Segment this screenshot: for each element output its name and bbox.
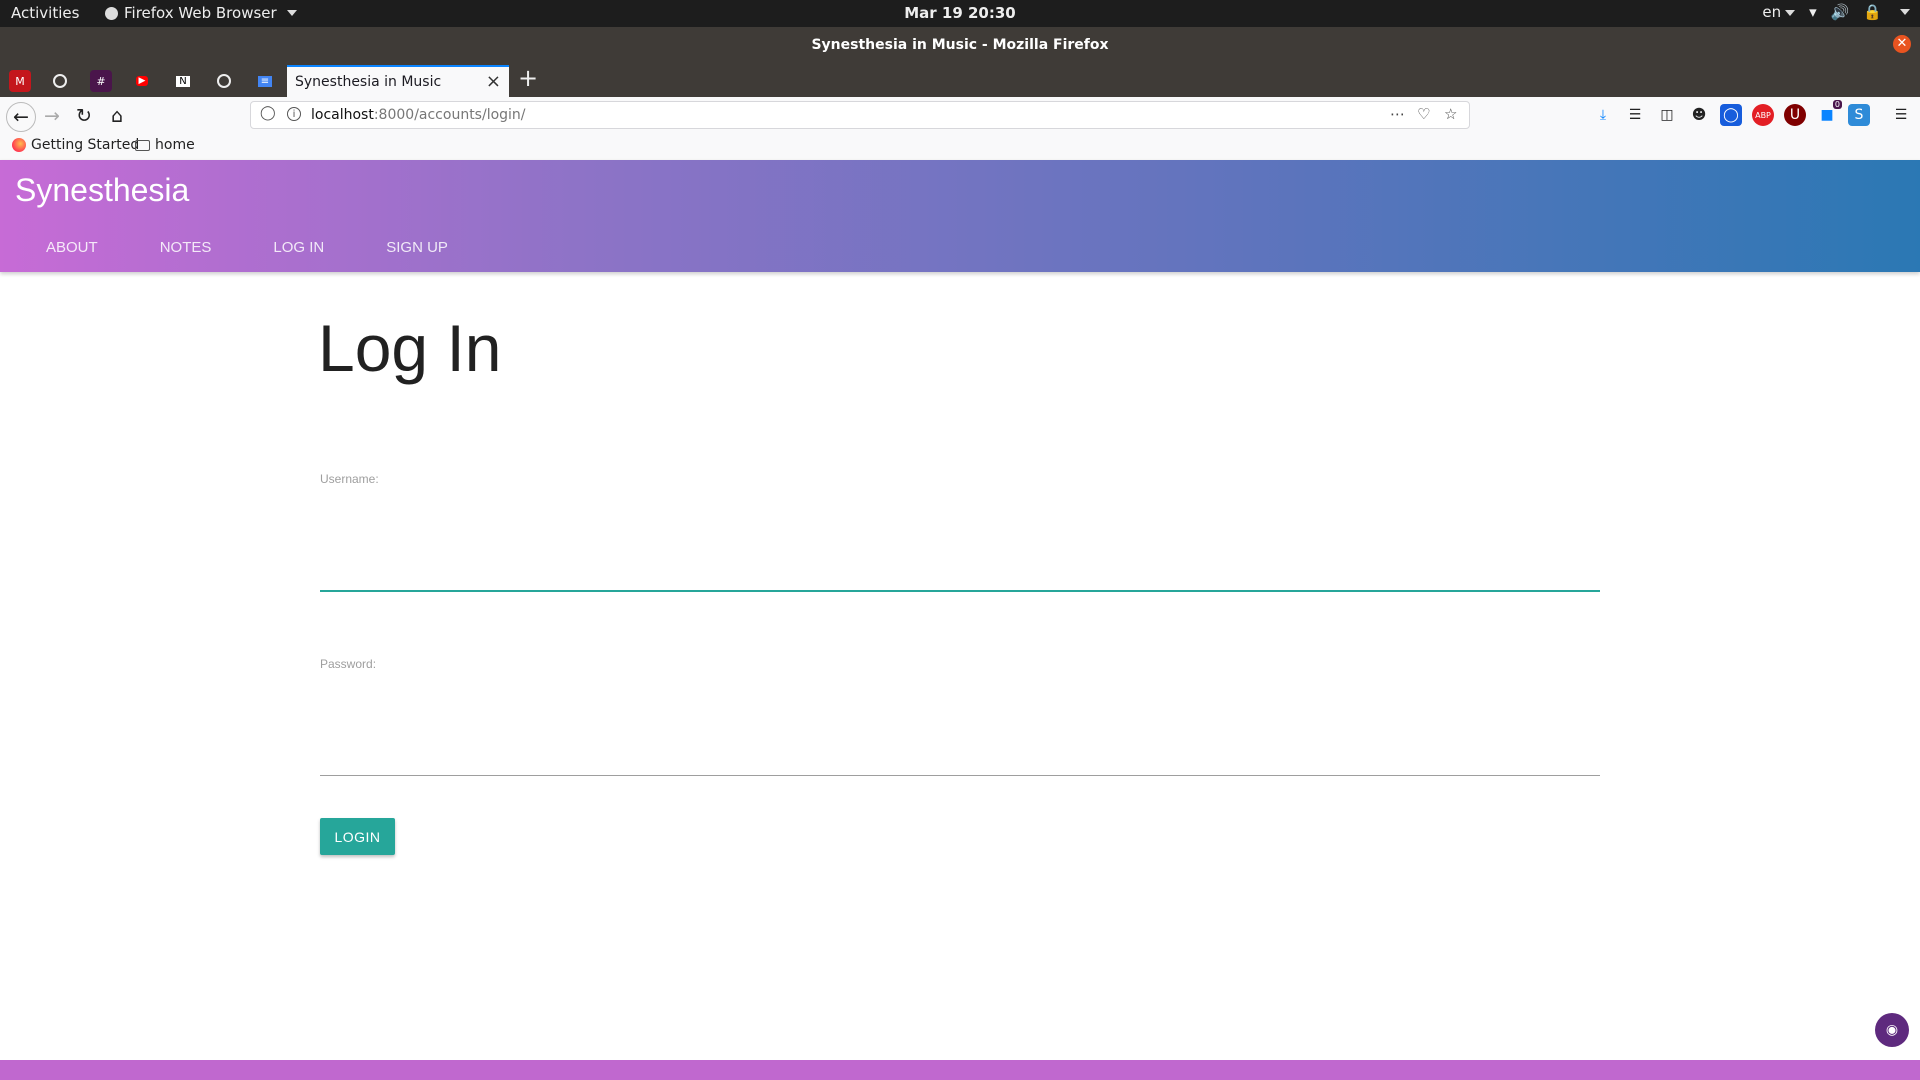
reload-icon: ↻ xyxy=(76,105,92,127)
bookmark-home[interactable]: home xyxy=(135,137,195,153)
nav-signup[interactable]: SIGN UP xyxy=(386,239,448,256)
arrow-left-icon: ← xyxy=(13,106,29,128)
lock-icon: 🔒 xyxy=(1863,3,1882,21)
badge-count: 0 xyxy=(1832,100,1842,109)
bookmarks-bar: Getting Started home xyxy=(0,134,1920,160)
page-title: Log In xyxy=(318,311,502,385)
youtube-icon: ▶ xyxy=(135,76,149,86)
skype-icon[interactable]: S xyxy=(1848,104,1870,126)
bookmark-getting-started[interactable]: Getting Started xyxy=(12,137,139,153)
reload-button[interactable]: ↻ xyxy=(70,102,98,130)
clock[interactable]: Mar 19 20:30 xyxy=(0,4,1920,22)
site-brand[interactable]: Synesthesia xyxy=(15,172,189,209)
window-titlebar: Synesthesia in Music - Mozilla Firefox ✕ xyxy=(0,27,1920,63)
tab-strip: M # ▶ N ≡ Synesthesia in Music × xyxy=(0,63,1920,97)
ghost-icon: ◉ xyxy=(1885,1022,1899,1038)
pocket-icon[interactable]: ♡ xyxy=(1417,105,1430,123)
url-path: :8000/accounts/login/ xyxy=(373,107,526,123)
tab-label: Synesthesia in Music xyxy=(295,74,442,90)
firefox-icon xyxy=(12,138,26,152)
system-top-bar: Activities Firefox Web Browser Mar 19 20… xyxy=(0,0,1920,27)
close-window-button[interactable]: ✕ xyxy=(1893,35,1911,53)
notion-icon: N xyxy=(176,75,190,87)
login-button[interactable]: LOGIN xyxy=(320,818,395,855)
extension-icon[interactable]: ■ 0 xyxy=(1816,100,1842,126)
url-bar[interactable]: ◯ i localhost:8000/accounts/login/ ⋯ ♡ ☆ xyxy=(250,101,1470,129)
system-tray[interactable]: en ▾ 🔊 🔒 xyxy=(1762,3,1910,21)
pinned-tab-youtube[interactable]: ▶ xyxy=(131,70,153,92)
site-footer xyxy=(0,1060,1920,1080)
github-icon xyxy=(53,74,67,88)
hamburger-menu-icon[interactable]: ☰ xyxy=(1890,104,1912,126)
ublock-icon[interactable]: U xyxy=(1784,104,1806,126)
folder-icon xyxy=(135,139,150,151)
bookmark-label: home xyxy=(155,137,195,153)
privacy-badger-button[interactable]: ◉ xyxy=(1875,1013,1909,1047)
window-title: Synesthesia in Music - Mozilla Firefox xyxy=(811,37,1109,53)
chevron-down-icon[interactable] xyxy=(1900,9,1910,15)
url-host: localhost xyxy=(311,107,374,123)
page-actions-icon[interactable]: ⋯ xyxy=(1390,105,1405,123)
pinned-tab-slack[interactable]: # xyxy=(90,70,112,92)
pinned-tab-github-2[interactable] xyxy=(213,70,235,92)
adblock-icon[interactable]: ABP xyxy=(1752,104,1774,126)
bookmark-star-icon[interactable]: ☆ xyxy=(1444,105,1457,123)
github-icon xyxy=(217,74,231,88)
site-header: Synesthesia ABOUT NOTES LOG IN SIGN UP xyxy=(0,160,1920,272)
language-indicator[interactable]: en xyxy=(1762,3,1796,21)
nav-notes[interactable]: NOTES xyxy=(160,239,212,256)
nav-login[interactable]: LOG IN xyxy=(273,239,324,256)
docs-icon: ≡ xyxy=(257,75,273,87)
language-label: en xyxy=(1762,3,1782,21)
chevron-down-icon xyxy=(1785,9,1796,16)
sidebar-icon[interactable]: ◫ xyxy=(1656,104,1678,126)
shield-icon[interactable]: ◯ xyxy=(260,105,276,121)
close-tab-icon[interactable]: × xyxy=(486,71,501,92)
wifi-icon: ▾ xyxy=(1809,3,1817,21)
slack-icon: # xyxy=(96,74,106,88)
url-text[interactable]: localhost:8000/accounts/login/ xyxy=(311,107,526,123)
password-underline xyxy=(320,775,1600,776)
nav-about[interactable]: ABOUT xyxy=(46,239,98,256)
home-icon: ⌂ xyxy=(110,105,124,127)
close-icon: ✕ xyxy=(1896,36,1908,51)
library-icon[interactable]: ☰ xyxy=(1624,104,1646,126)
nav-toolbar: ← → ↻ ⌂ ◯ i localhost:8000/accounts/logi… xyxy=(0,97,1920,134)
password-label: Password: xyxy=(320,657,377,671)
pinned-tab-notion[interactable]: N xyxy=(172,70,194,92)
username-label: Username: xyxy=(320,472,379,486)
tab-synesthesia[interactable]: Synesthesia in Music × xyxy=(287,65,509,97)
password-input[interactable] xyxy=(320,733,1600,773)
download-icon[interactable]: ⤓ xyxy=(1592,104,1614,126)
volume-icon: 🔊 xyxy=(1830,3,1850,21)
forward-button[interactable]: → xyxy=(38,102,66,130)
plus-icon: + xyxy=(518,64,539,92)
pinned-tab-gmail[interactable]: M xyxy=(9,70,31,92)
bitwarden-icon[interactable]: ◯ xyxy=(1720,104,1742,126)
account-icon[interactable]: ☻ xyxy=(1688,104,1710,126)
pinned-tab-docs[interactable]: ≡ xyxy=(254,70,276,92)
gmail-icon: M xyxy=(15,74,25,88)
site-nav: ABOUT NOTES LOG IN SIGN UP xyxy=(46,239,448,256)
username-underline xyxy=(320,590,1600,592)
back-button[interactable]: ← xyxy=(6,102,36,132)
info-icon[interactable]: i xyxy=(287,107,301,121)
new-tab-button[interactable]: + xyxy=(518,64,538,92)
arrow-right-icon: → xyxy=(44,105,60,127)
pinned-tab-github[interactable] xyxy=(49,70,71,92)
home-button[interactable]: ⌂ xyxy=(103,102,131,130)
bookmark-label: Getting Started xyxy=(31,137,140,153)
username-input[interactable] xyxy=(320,548,1600,588)
